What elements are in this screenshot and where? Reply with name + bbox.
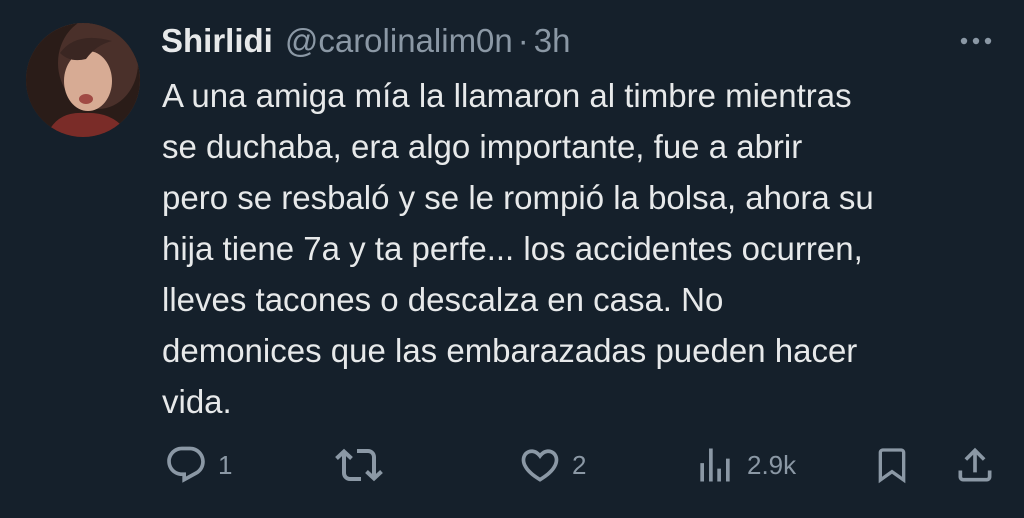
action-bar: 1 2 2.9k (0, 440, 1024, 490)
views-icon (700, 448, 730, 482)
tweet-timestamp[interactable]: 3h (534, 18, 571, 64)
author-name[interactable]: Shirlidi (161, 18, 273, 64)
like-count: 2 (572, 449, 587, 480)
separator-dot: · (517, 22, 529, 59)
bookmark-icon (878, 448, 906, 484)
views-count: 2.9k (747, 449, 797, 480)
author-handle[interactable]: @carolinalim0n (285, 18, 513, 64)
like-button[interactable]: 2 (518, 440, 586, 490)
tweet-text: A una amiga mía la llamaron al timbre mi… (162, 77, 874, 420)
share-icon (958, 447, 992, 482)
reply-icon (167, 446, 205, 483)
avatar[interactable] (26, 23, 140, 137)
share-button[interactable] (953, 440, 997, 490)
reply-button[interactable]: 1 (164, 440, 232, 490)
more-options-button[interactable] (956, 26, 996, 56)
tweet-header: Shirlidi @carolinalim0n · 3h (161, 18, 571, 64)
reply-count: 1 (218, 449, 233, 480)
retweet-button[interactable] (335, 440, 383, 490)
heart-icon (521, 449, 559, 482)
more-dots-icon (960, 37, 992, 45)
bookmark-button[interactable] (872, 440, 912, 490)
views-button[interactable]: 2.9k (693, 440, 796, 490)
tweet-card[interactable]: Shirlidi @carolinalim0n · 3h A una amiga… (0, 0, 1024, 518)
retweet-icon (335, 448, 383, 482)
avatar-photo-icon (26, 23, 140, 137)
